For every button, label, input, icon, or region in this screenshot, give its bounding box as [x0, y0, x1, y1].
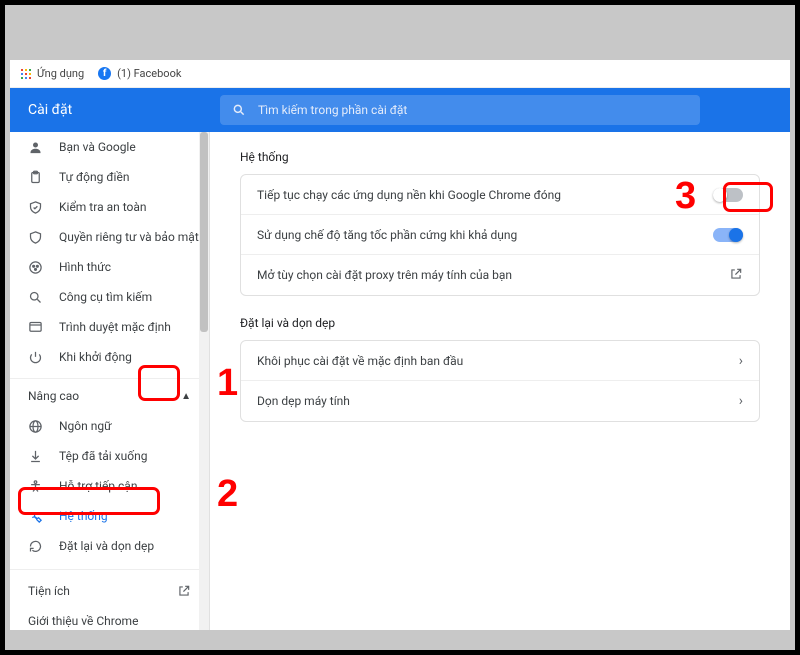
sidebar-item-autofill[interactable]: Tự động điền — [10, 162, 209, 192]
sidebar-about-chrome[interactable]: Giới thiệu về Chrome — [10, 606, 209, 630]
person-icon — [28, 140, 43, 155]
sidebar-scrollbar[interactable] — [199, 132, 209, 630]
toggle-switch[interactable] — [713, 188, 743, 202]
settings-row-label: Sử dụng chế độ tăng tốc phần cứng khi kh… — [257, 228, 517, 242]
settings-row[interactable]: Dọn dẹp máy tính › — [241, 381, 759, 421]
sidebar-item-label: Khi khởi động — [59, 350, 132, 364]
header: Cài đặt Tìm kiếm trong phần cài đặt — [10, 88, 790, 132]
settings-row-label: Mở tùy chọn cài đặt proxy trên máy tính … — [257, 268, 512, 282]
sidebar-item-you-and-google[interactable]: Bạn và Google — [10, 132, 209, 162]
open-new-icon — [729, 267, 743, 284]
a11y-icon — [28, 479, 43, 494]
sidebar-item-appearance[interactable]: Hình thức — [10, 252, 209, 282]
sidebar-item-label: Ngôn ngữ — [59, 419, 112, 433]
wrench-icon — [28, 509, 43, 524]
search-input[interactable]: Tìm kiếm trong phần cài đặt — [220, 95, 700, 125]
sidebar-about-label: Giới thiệu về Chrome — [28, 614, 138, 628]
browser-window: Ứng dụng f (1) Facebook Cài đặt Tìm kiếm… — [10, 60, 790, 630]
search-icon — [232, 103, 246, 117]
settings-row-label: Tiếp tục chạy các ứng dụng nền khi Googl… — [257, 188, 561, 202]
bookmark-apps[interactable]: Ứng dụng — [20, 67, 84, 80]
reset-card: Khôi phục cài đặt về mặc định ban đầu›Dọ… — [240, 340, 760, 422]
settings-row[interactable]: Khôi phục cài đặt về mặc định ban đầu › — [241, 341, 759, 381]
sidebar-item-languages[interactable]: Ngôn ngữ — [10, 411, 209, 441]
sidebar-footer: Tiện ích Giới thiệu về Chrome — [10, 569, 209, 630]
sidebar-advanced-toggle[interactable]: Nâng cao ▲ — [10, 378, 209, 411]
sidebar-extensions-label: Tiện ích — [28, 584, 70, 598]
system-card: Tiếp tục chạy các ứng dụng nền khi Googl… — [240, 174, 760, 296]
sidebar-item-label: Hình thức — [59, 260, 111, 274]
sidebar-item-label: Trình duyệt mặc định — [59, 320, 171, 334]
sidebar-advanced-label: Nâng cao — [28, 389, 79, 403]
search-icon — [28, 290, 43, 305]
bookmark-facebook[interactable]: f (1) Facebook — [98, 67, 181, 80]
sidebar: Bạn và Google Tự động điền Kiểm tra an toà… — [10, 132, 210, 630]
screenshot-frame: Ứng dụng f (1) Facebook Cài đặt Tìm kiếm… — [0, 0, 800, 655]
settings-row[interactable]: Tiếp tục chạy các ứng dụng nền khi Googl… — [241, 175, 759, 215]
sidebar-item-label: Công cụ tìm kiếm — [59, 290, 152, 304]
power-icon — [28, 350, 43, 365]
chevron-right-icon: › — [739, 353, 743, 369]
sidebar-item-reset[interactable]: Đặt lại và dọn dẹp — [10, 531, 209, 561]
settings-row[interactable]: Mở tùy chọn cài đặt proxy trên máy tính … — [241, 255, 759, 295]
appearance-icon — [28, 260, 43, 275]
bookmark-apps-label: Ứng dụng — [37, 67, 84, 80]
browser-icon — [28, 320, 43, 335]
apps-grid-icon — [20, 68, 31, 79]
sidebar-item-accessibility[interactable]: Hỗ trợ tiếp cận — [10, 471, 209, 501]
sidebar-item-on-startup[interactable]: Khi khởi động — [10, 342, 209, 372]
chevron-up-icon: ▲ — [181, 391, 191, 402]
clipboard-icon — [28, 170, 43, 185]
bookmark-bar: Ứng dụng f (1) Facebook — [10, 60, 790, 88]
sidebar-item-label: Bạn và Google — [59, 140, 136, 154]
safety-icon — [28, 200, 43, 215]
chevron-right-icon: › — [739, 393, 743, 409]
system-section-title: Hệ thống — [240, 150, 760, 164]
sidebar-item-safety-check[interactable]: Kiểm tra an toàn — [10, 192, 209, 222]
toggle-knob — [713, 188, 727, 202]
sidebar-item-label: Tệp đã tải xuống — [59, 449, 147, 463]
privacy-icon — [28, 230, 43, 245]
sidebar-item-search-engine[interactable]: Công cụ tìm kiếm — [10, 282, 209, 312]
reset-section-title: Đặt lại và dọn dẹp — [240, 316, 760, 330]
page-title: Cài đặt — [10, 102, 220, 118]
sidebar-item-label: Kiểm tra an toàn — [59, 200, 147, 214]
toggle-knob — [729, 228, 743, 242]
sidebar-item-system[interactable]: Hệ thống — [10, 501, 209, 531]
sidebar-item-downloads[interactable]: Tệp đã tải xuống — [10, 441, 209, 471]
settings-row[interactable]: Sử dụng chế độ tăng tốc phần cứng khi kh… — [241, 215, 759, 255]
content: Bạn và Google Tự động điền Kiểm tra an toà… — [10, 132, 790, 630]
toggle-switch[interactable] — [713, 228, 743, 242]
main-panel: Hệ thống Tiếp tục chạy các ứng dụng nền … — [210, 132, 790, 630]
facebook-icon: f — [98, 67, 111, 80]
open-new-icon — [177, 584, 191, 598]
reset-icon — [28, 539, 43, 554]
search-wrap: Tìm kiếm trong phần cài đặt — [220, 95, 790, 125]
sidebar-item-label: Quyền riêng tư và bảo mật — [59, 230, 199, 244]
sidebar-item-privacy[interactable]: Quyền riêng tư và bảo mật — [10, 222, 209, 252]
search-placeholder: Tìm kiếm trong phần cài đặt — [258, 103, 407, 117]
sidebar-item-label: Hỗ trợ tiếp cận — [59, 479, 137, 493]
sidebar-extensions[interactable]: Tiện ích — [10, 576, 209, 606]
settings-row-label: Khôi phục cài đặt về mặc định ban đầu — [257, 354, 463, 368]
sidebar-item-label: Hệ thống — [59, 509, 108, 523]
sidebar-item-label: Đặt lại và dọn dẹp — [59, 539, 154, 553]
bookmark-facebook-label: (1) Facebook — [117, 67, 181, 80]
scrollbar-thumb[interactable] — [200, 132, 208, 332]
sidebar-item-default-browser[interactable]: Trình duyệt mặc định — [10, 312, 209, 342]
download-icon — [28, 449, 43, 464]
sidebar-item-label: Tự động điền — [59, 170, 129, 184]
globe-icon — [28, 419, 43, 434]
settings-row-label: Dọn dẹp máy tính — [257, 394, 350, 408]
